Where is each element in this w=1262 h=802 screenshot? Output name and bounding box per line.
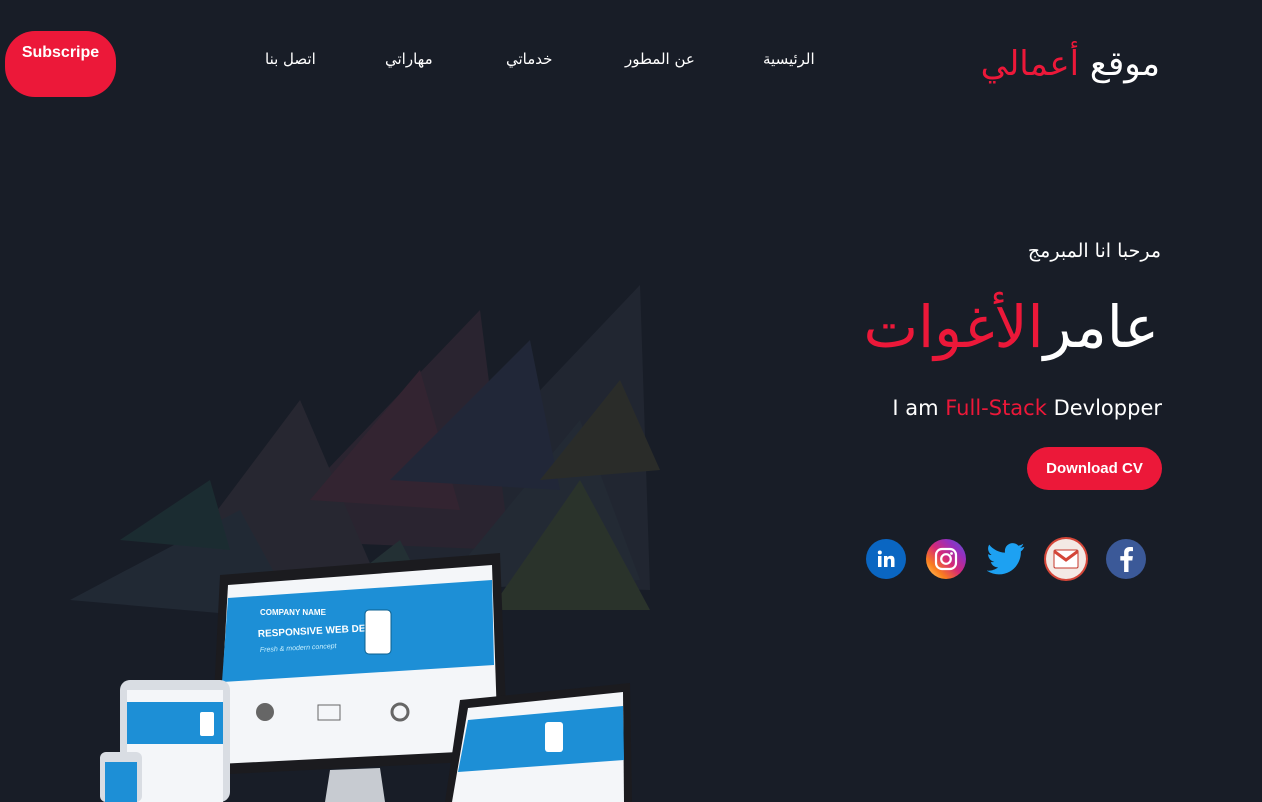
instagram-icon[interactable] <box>926 539 966 579</box>
linkedin-icon[interactable] <box>866 539 906 579</box>
monitor-company: COMPANY NAME <box>260 608 327 617</box>
greeting: مرحبا انا المبرمج <box>1027 240 1161 262</box>
nav-contact[interactable]: اتصل بنا <box>265 50 316 68</box>
gmail-icon[interactable] <box>1046 539 1086 579</box>
role-line: I am Full-Stack Devlopper <box>892 396 1162 420</box>
role-prefix: I am <box>892 396 939 420</box>
phone-device <box>100 752 142 802</box>
twitter-icon[interactable] <box>986 539 1026 579</box>
developer-name: عامرالأغوات <box>863 293 1159 363</box>
logo-accent: أعمالي <box>980 44 1080 84</box>
logo-main: موقع <box>1089 44 1160 84</box>
site-logo[interactable]: موقع أعمالي <box>981 44 1160 84</box>
nav-about[interactable]: عن المطور <box>625 50 695 68</box>
responsive-devices-illustration: COMPANY NAME RESPONSIVE WEB DESIGN Fresh… <box>70 285 660 802</box>
laptop-device <box>445 683 632 802</box>
subscribe-button[interactable]: Subscripe <box>5 31 116 97</box>
nav-services[interactable]: خدماتي <box>506 50 552 68</box>
name-accent: الأغوات <box>863 293 1044 361</box>
nav-skills[interactable]: مهاراتي <box>385 50 433 68</box>
name-main: عامر <box>1043 293 1159 361</box>
nav-home[interactable]: الرئيسية <box>763 50 815 68</box>
role-accent: Full-Stack <box>945 396 1047 420</box>
facebook-icon[interactable] <box>1106 539 1146 579</box>
role-suffix: Devlopper <box>1053 396 1162 420</box>
download-cv-button[interactable]: Download CV <box>1027 447 1162 490</box>
